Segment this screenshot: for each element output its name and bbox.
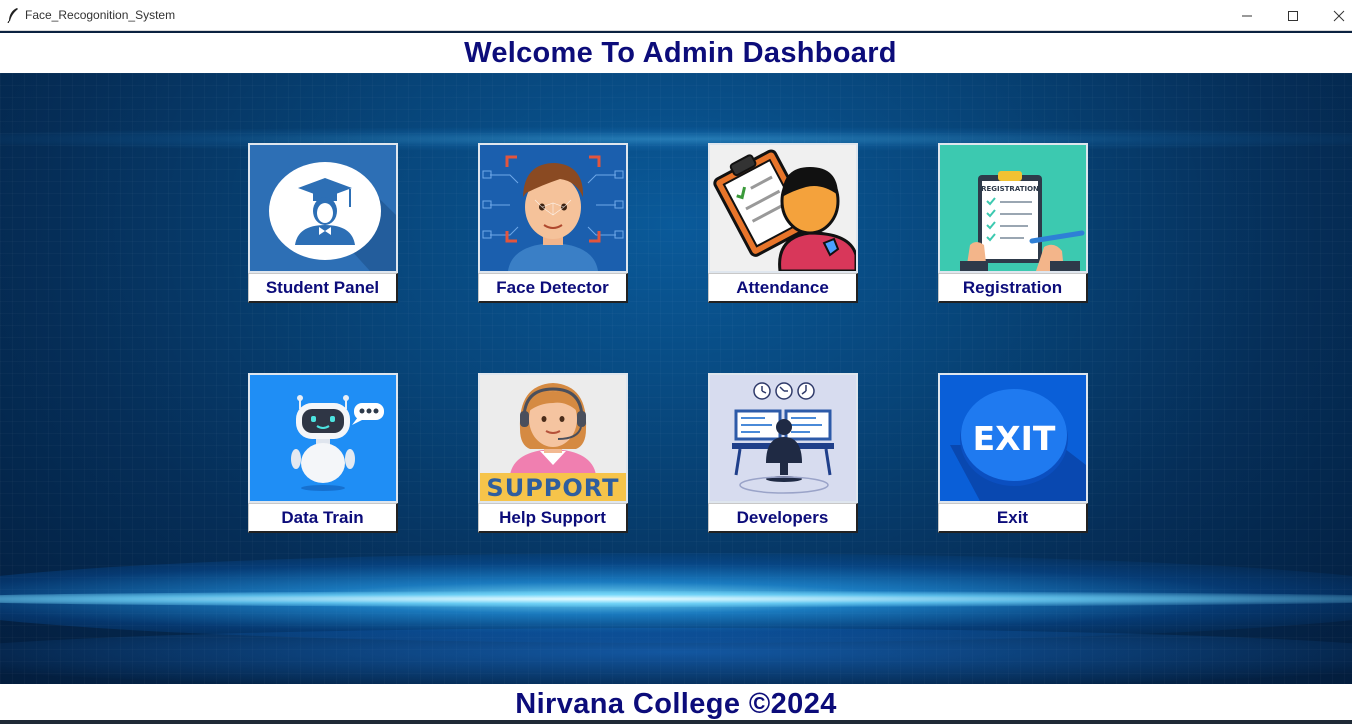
face-detector-image-button[interactable]	[478, 143, 628, 273]
registration-image-button[interactable]: REGISTRATION	[938, 143, 1088, 273]
tile-exit[interactable]: EXIT Exit	[938, 373, 1088, 533]
feather-icon	[7, 8, 18, 23]
dashboard-header: Welcome To Admin Dashboard	[0, 33, 1352, 73]
support-agent-icon: SUPPORT	[480, 375, 626, 501]
clipboard-person-icon	[710, 145, 856, 271]
bottom-border	[0, 720, 1352, 724]
tile-face-detector[interactable]: Face Detector	[478, 143, 628, 303]
dashboard-footer: Nirvana College ©2024	[0, 684, 1352, 720]
tile-student-panel[interactable]: Student Panel	[248, 143, 398, 303]
window-titlebar: Face_Recogonition_System	[0, 0, 1352, 31]
attendance-image-button[interactable]	[708, 143, 858, 273]
tile-attendance[interactable]: Attendance	[708, 143, 858, 303]
face-scan-icon	[480, 145, 626, 271]
registration-button[interactable]: Registration	[938, 273, 1088, 303]
page-title: Welcome To Admin Dashboard	[464, 37, 897, 69]
support-image-text: SUPPORT	[486, 474, 619, 501]
registration-form-icon: REGISTRATION	[940, 145, 1086, 271]
light-streak-top	[0, 127, 1352, 151]
face-detector-button[interactable]: Face Detector	[478, 273, 628, 303]
exit-image-text: EXIT	[973, 419, 1056, 458]
light-streak-core	[0, 591, 1352, 607]
graduate-icon	[250, 145, 396, 271]
registration-image-text: REGISTRATION	[981, 185, 1039, 193]
attendance-button[interactable]: Attendance	[708, 273, 858, 303]
tile-developers[interactable]: Developers	[708, 373, 858, 533]
developers-icon	[710, 375, 856, 501]
tile-data-train[interactable]: Data Train	[248, 373, 398, 533]
window-title: Face_Recogonition_System	[25, 8, 176, 22]
maximize-button[interactable]	[1270, 0, 1316, 31]
exit-image-button[interactable]: EXIT	[938, 373, 1088, 503]
minimize-button[interactable]	[1224, 0, 1270, 31]
student-panel-button[interactable]: Student Panel	[248, 273, 398, 303]
developers-image-button[interactable]	[708, 373, 858, 503]
close-icon	[1333, 10, 1345, 21]
minimize-icon	[1242, 15, 1252, 16]
footer-text: Nirvana College ©2024	[515, 688, 837, 720]
data-train-image-button[interactable]	[248, 373, 398, 503]
help-support-button[interactable]: Help Support	[478, 503, 628, 533]
maximize-icon	[1288, 10, 1298, 21]
student-panel-image-button[interactable]	[248, 143, 398, 273]
tile-registration[interactable]: REGISTRATION Registration	[938, 143, 1088, 303]
robot-icon	[250, 375, 396, 501]
tile-help-support[interactable]: SUPPORT Help Support	[478, 373, 628, 533]
developers-button[interactable]: Developers	[708, 503, 858, 533]
exit-button[interactable]: Exit	[938, 503, 1088, 533]
help-support-image-button[interactable]: SUPPORT	[478, 373, 628, 503]
data-train-button[interactable]: Data Train	[248, 503, 398, 533]
background-scene	[0, 73, 1352, 684]
exit-icon: EXIT	[940, 375, 1086, 501]
close-button[interactable]	[1316, 0, 1352, 31]
